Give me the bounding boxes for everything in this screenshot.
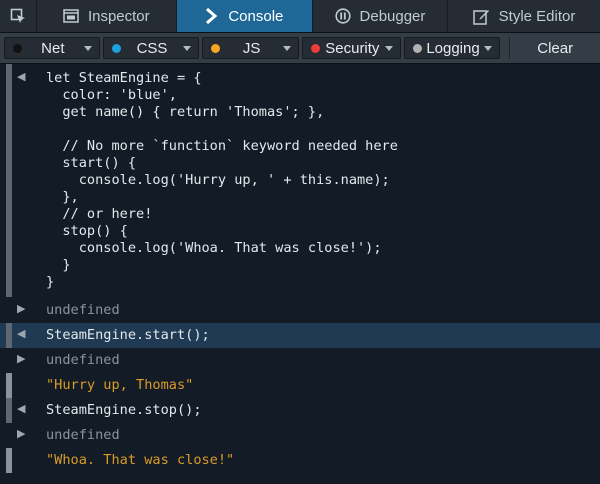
pause-icon — [334, 8, 351, 24]
tab-style-editor-label: Style Editor — [498, 7, 576, 25]
filter-security-label: Security — [325, 39, 380, 57]
console-result-entry[interactable]: ▶ undefined — [0, 423, 600, 448]
entry-category-marker — [6, 373, 12, 398]
console-icon — [206, 8, 218, 24]
console-result-text: undefined — [46, 302, 120, 318]
console-log-text: "Hurry up, Thomas" — [46, 377, 194, 393]
net-color-dot — [13, 43, 22, 53]
entry-category-marker — [6, 398, 12, 423]
expand-arrow-icon[interactable]: ▶ — [17, 427, 25, 440]
tab-debugger-label: Debugger — [359, 7, 426, 25]
console-input-code: SteamEngine.stop(); — [46, 402, 202, 418]
input-arrow-icon: ◀ — [17, 70, 26, 83]
console-log-text: "Whoa. That was close!" — [46, 452, 235, 468]
css-color-dot — [111, 43, 121, 53]
inspector-icon — [63, 9, 79, 23]
expand-arrow-icon[interactable]: ▶ — [17, 352, 25, 365]
filter-logging-button[interactable]: Logging — [403, 37, 501, 59]
console-result-text: undefined — [46, 352, 120, 368]
input-arrow-icon: ◀ — [17, 402, 26, 415]
entry-category-marker — [6, 64, 12, 297]
console-input-entry[interactable]: ◀ let SteamEngine = { color: 'blue', get… — [0, 64, 600, 297]
filter-js-label: JS — [242, 39, 261, 57]
element-picker-icon — [10, 8, 25, 23]
entry-category-marker — [6, 323, 12, 348]
js-color-dot — [211, 43, 221, 53]
filter-net-button[interactable]: Net — [4, 37, 100, 59]
chevron-down-icon — [183, 45, 192, 51]
console-input-entry[interactable]: ◀ SteamEngine.start(); — [0, 323, 600, 348]
console-result-entry[interactable]: ▶ undefined — [0, 297, 600, 323]
input-arrow-icon: ◀ — [17, 327, 26, 340]
console-output: ◀ let SteamEngine = { color: 'blue', get… — [0, 64, 600, 473]
tab-inspector-label: Inspector — [87, 7, 150, 25]
filter-net-label: Net — [41, 39, 65, 57]
chevron-down-icon — [83, 45, 92, 51]
console-result-text: undefined — [46, 427, 120, 443]
tab-console-label: Console — [228, 7, 284, 25]
devtools-toolbar: Inspector Console Debugger Style Editor — [0, 0, 600, 33]
filter-security-button[interactable]: Security — [302, 37, 401, 59]
expand-arrow-icon[interactable]: ▶ — [17, 302, 25, 315]
entry-category-marker — [6, 448, 12, 473]
console-log-entry[interactable]: "Hurry up, Thomas" — [0, 373, 600, 398]
filter-logging-label: Logging — [426, 39, 480, 57]
console-result-entry[interactable]: ▶ undefined — [0, 348, 600, 373]
chevron-down-icon — [484, 45, 493, 51]
tab-style-editor[interactable]: Style Editor — [448, 0, 600, 32]
element-picker-button[interactable] — [0, 0, 37, 32]
tab-debugger[interactable]: Debugger — [313, 0, 449, 32]
tab-console[interactable]: Console — [176, 0, 313, 32]
clear-button-label: Clear — [537, 39, 574, 57]
console-input-code: let SteamEngine = { color: 'blue', get n… — [46, 70, 398, 290]
console-filter-bar: Net CSS JS Security Logging Clear — [0, 33, 600, 64]
chevron-down-icon — [283, 45, 292, 51]
chevron-down-icon — [384, 45, 393, 51]
filter-css-button[interactable]: CSS — [102, 37, 200, 59]
console-log-entry[interactable]: "Whoa. That was close!" — [0, 448, 600, 473]
filter-js-button[interactable]: JS — [202, 37, 300, 59]
filter-css-label: CSS — [136, 39, 168, 57]
tab-inspector[interactable]: Inspector — [37, 0, 177, 32]
logging-color-dot — [412, 43, 422, 53]
pencil-icon — [472, 9, 489, 25]
console-input-code: SteamEngine.start(); — [46, 327, 210, 343]
clear-button[interactable]: Clear — [509, 37, 600, 59]
console-input-entry[interactable]: ◀ SteamEngine.stop(); — [0, 398, 600, 423]
security-color-dot — [311, 43, 321, 53]
